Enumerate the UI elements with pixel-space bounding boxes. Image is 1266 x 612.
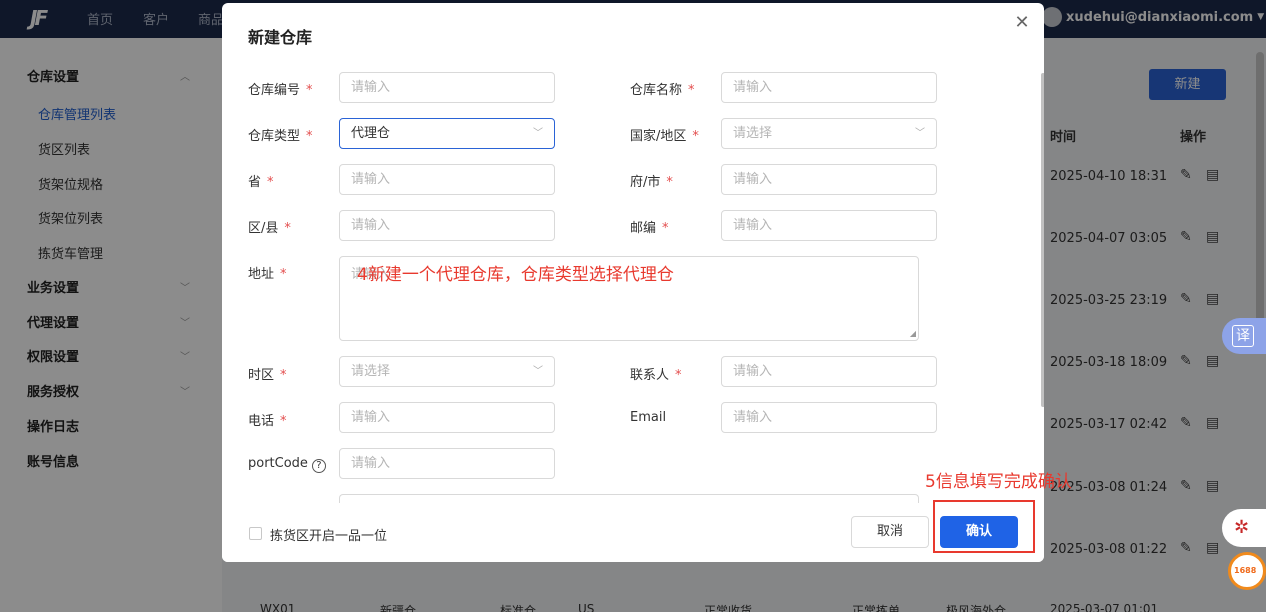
annotation-highlight-box <box>933 500 1035 553</box>
help-icon[interactable]: ? <box>311 459 326 473</box>
dialog-title: 新建仓库 <box>248 28 313 47</box>
district-label: 区/县 * <box>248 221 291 236</box>
zip-input[interactable]: 请输入 <box>721 210 937 241</box>
warehouse-type-label: 仓库类型 * <box>248 129 313 144</box>
phone-label: 电话 * <box>248 414 287 429</box>
warehouse-type-value: 代理仓 <box>351 126 391 141</box>
translate-icon: 译 <box>1232 325 1254 347</box>
contact-input[interactable]: 请输入 <box>721 356 937 387</box>
warehouse-name-input[interactable]: 请输入 <box>721 72 937 103</box>
one-item-one-slot-label[interactable]: 拣货区开启一品一位 <box>270 525 387 544</box>
resize-handle-icon[interactable]: ◢ <box>910 329 916 338</box>
annotation-step5: 5信息填写完成确认 <box>925 472 1072 492</box>
email-input[interactable]: 请输入 <box>721 402 937 433</box>
phone-input[interactable]: 请输入 <box>339 402 555 433</box>
district-input[interactable]: 请输入 <box>339 210 555 241</box>
timezone-select[interactable]: 请选择 ﹀ <box>339 356 555 387</box>
country-label: 国家/地区 * <box>630 129 699 144</box>
cancel-button[interactable]: 取消 <box>851 516 929 548</box>
timezone-placeholder: 请选择 <box>351 364 391 379</box>
address-label: 地址 * <box>248 267 287 282</box>
email-label: Email <box>630 410 667 425</box>
annotation-step4: 4新建一个代理仓库，仓库类型选择代理仓 <box>357 265 674 285</box>
timezone-label: 时区 * <box>248 368 287 383</box>
warehouse-code-input[interactable]: 请输入 <box>339 72 555 103</box>
network-icon: ✲ <box>1234 517 1250 538</box>
zip-label: 邮编 * <box>630 221 669 236</box>
extension-button[interactable]: ✲ <box>1222 509 1266 547</box>
contact-label: 联系人 * <box>630 368 682 383</box>
city-label: 府/市 * <box>630 175 673 190</box>
warehouse-code-label: 仓库编号 * <box>248 83 313 98</box>
dialog-footer: 拣货区开启一品一位 取消 确认 <box>222 503 1044 562</box>
chevron-down-icon: ﹀ <box>533 366 543 377</box>
country-placeholder: 请选择 <box>733 126 773 141</box>
1688-button[interactable]: 1688 <box>1228 552 1266 590</box>
province-label: 省 * <box>248 175 274 190</box>
port-code-input[interactable]: 请输入 <box>339 448 555 479</box>
province-input[interactable]: 请输入 <box>339 164 555 195</box>
chevron-down-icon: ﹀ <box>915 128 925 139</box>
1688-label: 1688 <box>1234 566 1257 575</box>
warehouse-type-select[interactable]: 代理仓 ﹀ <box>339 118 555 149</box>
one-item-one-slot-checkbox[interactable] <box>249 527 262 540</box>
dialog-scrollbar[interactable] <box>1041 73 1044 407</box>
warehouse-name-label: 仓库名称 * <box>630 83 695 98</box>
city-input[interactable]: 请输入 <box>721 164 937 195</box>
chevron-down-icon: ﹀ <box>533 128 543 139</box>
country-select[interactable]: 请选择 ﹀ <box>721 118 937 149</box>
translate-button[interactable]: 译 <box>1222 318 1266 354</box>
port-code-label: portCode? <box>248 456 326 473</box>
close-icon[interactable]: ✕ <box>1012 13 1032 33</box>
